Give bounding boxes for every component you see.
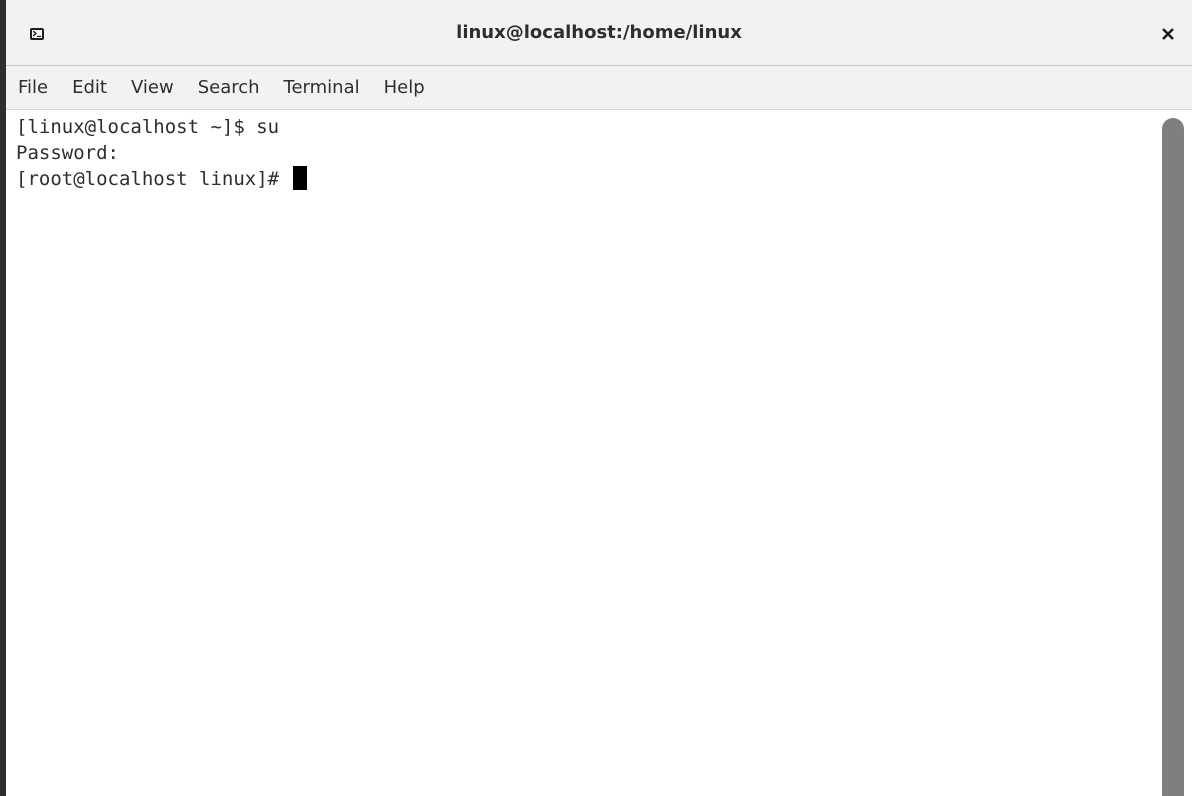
- title-bar[interactable]: linux@localhost:/home/linux: [6, 0, 1192, 66]
- terminal-output[interactable]: [linux@localhost ~]$ su Password: [root@…: [6, 110, 1162, 796]
- menu-bar: File Edit View Search Terminal Help: [6, 66, 1192, 110]
- terminal-prompt: [root@localhost linux]#: [16, 168, 291, 190]
- terminal-window: linux@localhost:/home/linux File Edit Vi…: [0, 0, 1192, 796]
- menu-help[interactable]: Help: [384, 77, 425, 98]
- menu-file[interactable]: File: [18, 77, 48, 98]
- terminal-line: Password:: [16, 142, 119, 164]
- menu-view[interactable]: View: [131, 77, 174, 98]
- terminal-line: [linux@localhost ~]$ su: [16, 116, 280, 138]
- vertical-scrollbar[interactable]: [1162, 110, 1192, 796]
- terminal-prompt-line[interactable]: [root@localhost linux]#: [16, 166, 1152, 192]
- menu-edit[interactable]: Edit: [72, 77, 107, 98]
- menu-search[interactable]: Search: [198, 77, 260, 98]
- menu-terminal[interactable]: Terminal: [284, 77, 360, 98]
- window-title: linux@localhost:/home/linux: [456, 22, 742, 43]
- close-button[interactable]: [1156, 22, 1180, 46]
- close-icon: [1162, 28, 1174, 40]
- scrollbar-thumb[interactable]: [1162, 118, 1184, 796]
- text-cursor: [292, 166, 307, 190]
